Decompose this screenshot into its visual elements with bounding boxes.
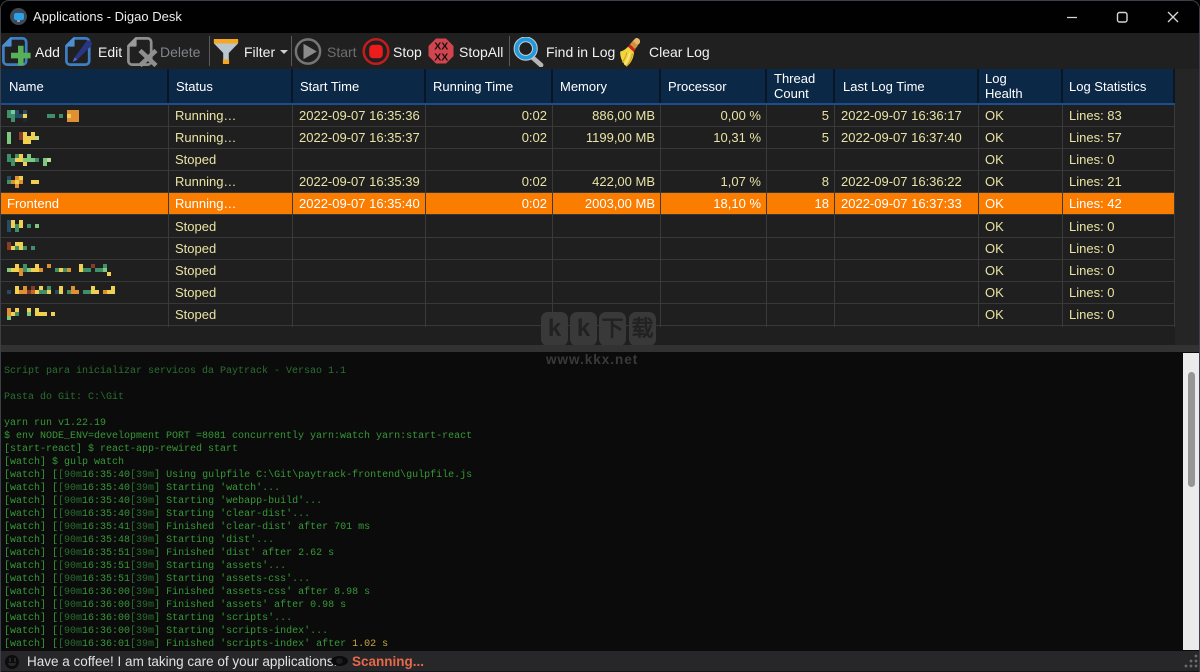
svg-text:XX: XX xyxy=(434,51,448,63)
